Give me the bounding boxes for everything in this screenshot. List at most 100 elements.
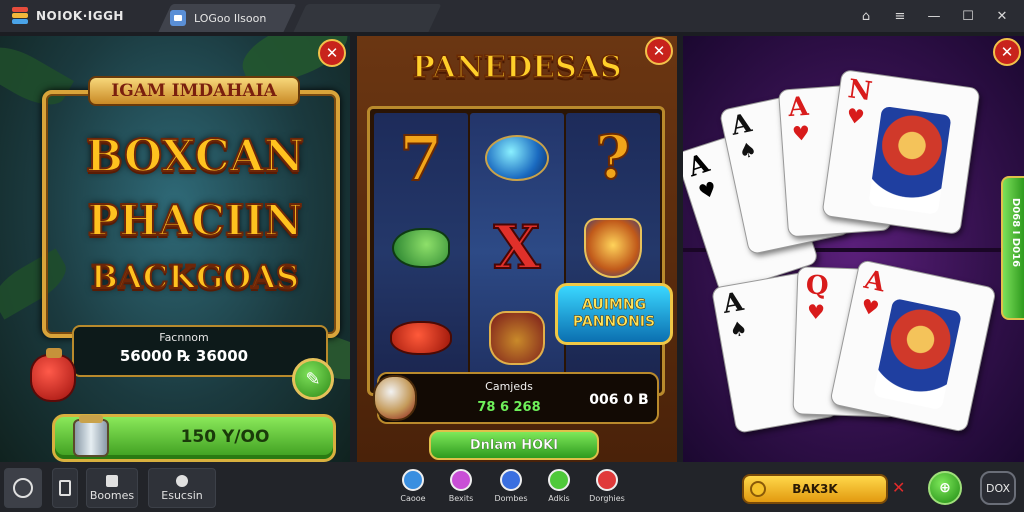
trophy-icon [596, 469, 618, 491]
quick-item-label: Caooe [400, 494, 426, 503]
card-suit: ♥ [791, 120, 811, 146]
edit-button[interactable]: ✎ [292, 358, 334, 400]
card-rank: N [846, 74, 874, 108]
games-label: Boomes [89, 488, 135, 502]
card-rank: A [787, 91, 810, 124]
face-card-art [872, 297, 963, 411]
side-drawer-label: D068 I D016 [1010, 198, 1021, 268]
close-panel-button[interactable]: ✕ [993, 38, 1021, 66]
cancel-icon[interactable]: ✕ [892, 478, 905, 497]
meat-symbol-icon [386, 303, 456, 373]
camera-icon [402, 469, 424, 491]
slot-reel: 7 [374, 113, 468, 391]
slot-info-green-value: 78 6 268 [477, 400, 541, 415]
minimize-icon[interactable]: — [926, 9, 942, 24]
slot-reels: 7 X ? [367, 106, 665, 396]
quick-item-label: Bexits [448, 494, 474, 503]
card-suit: ♥ [695, 176, 720, 205]
gift-icon [450, 469, 472, 491]
coin-can-icon [73, 415, 109, 457]
playing-card-jack[interactable]: A ♥ [829, 259, 997, 433]
game-panel-slots[interactable]: PANEDESAS 7 X ? AUIMNG PANNONIS Camjeds [357, 36, 677, 462]
close-panel-button[interactable]: ✕ [645, 37, 673, 65]
tab-title: LOGoo Ilsoon [194, 11, 267, 25]
quick-item-label: Dorghies [589, 494, 625, 503]
tab-empty[interactable] [293, 4, 442, 32]
plus-icon [548, 469, 570, 491]
home-button[interactable] [4, 468, 42, 508]
spin-button[interactable]: Dnlam HOKI [429, 430, 599, 460]
app-window-icon [170, 10, 186, 26]
close-panel-button[interactable]: ✕ [318, 39, 346, 67]
shield-icon [500, 469, 522, 491]
confirm-button[interactable]: ⊕ [928, 471, 962, 505]
window-controls: ⌂ ≡ — ☐ ✕ [858, 0, 1024, 32]
maximize-icon[interactable]: ☐ [960, 9, 976, 24]
quick-item[interactable]: Adkis [541, 469, 577, 503]
slot-reel: ? [566, 113, 660, 391]
bonus-badge-line-2: PANNONIS [572, 314, 656, 331]
tab-active-content: LOGoo Ilsoon [170, 5, 266, 31]
play-bar-button[interactable]: 150 Y/OO [52, 414, 336, 462]
app-brand-name: NOIOK·IGGH [36, 9, 124, 23]
slot-reel: X [470, 113, 564, 391]
bag-symbol-icon [482, 303, 552, 373]
face-card-art [868, 105, 952, 215]
close-window-icon[interactable]: ✕ [994, 9, 1010, 24]
shield-symbol-icon [578, 213, 648, 283]
slot-info-right-value: 006 0 B [589, 392, 649, 408]
quick-item[interactable]: Caooe [395, 469, 431, 503]
game-title-line-1: BOXCAN [85, 130, 305, 183]
stack-logo-icon [10, 7, 30, 25]
gold-balance-label: BAK3K [792, 482, 838, 496]
question-symbol-icon: ? [594, 122, 631, 194]
side-drawer-tab[interactable]: D068 I D016 [1001, 176, 1024, 320]
close-launcher-button[interactable]: DOX [980, 471, 1016, 505]
playing-card-jack[interactable]: N ♥ [821, 68, 981, 236]
score-value: 56000 ℞ 36000 [119, 347, 249, 365]
card-suit: ♥ [844, 103, 867, 130]
x-symbol-icon: X [493, 212, 542, 284]
bonus-badge-line-1: AUIMNG [581, 297, 647, 314]
menu-icon[interactable]: ≡ [892, 9, 908, 24]
gold-balance-button[interactable]: BAK3K [742, 474, 888, 504]
card-suit: ♠ [736, 136, 759, 164]
document-icon [59, 480, 71, 496]
gamepad-icon [106, 474, 118, 487]
slot-info-label: Camjeds [485, 380, 533, 393]
quick-item[interactable]: Dombes [493, 469, 529, 503]
fish-symbol-icon [386, 213, 456, 283]
games-button[interactable]: Boomes [86, 468, 138, 508]
coin-icon [750, 481, 766, 497]
home-circle-icon [13, 478, 33, 498]
score-label: Facnnom [159, 331, 209, 344]
bonus-badge[interactable]: AUIMNG PANNONIS [555, 283, 673, 345]
user-button[interactable]: Esucsin [148, 468, 216, 508]
game-title-line-3: BACKGOAS [90, 257, 300, 297]
game-panel-cards[interactable]: A ♥ A ♠ A ♥ N ♥ A ♠ Q ♥ A ♥ ✕ [683, 36, 1024, 462]
seven-symbol-icon: 7 [398, 121, 443, 196]
user-label: Esucsin [161, 488, 203, 502]
slots-title: PANEDESAS [412, 49, 623, 86]
card-suit: ♥ [806, 299, 826, 325]
card-rank: Q [805, 270, 830, 302]
game-title-line-2: PHACIIN [87, 195, 304, 246]
slot-info-box: Camjeds 78 6 268 006 0 B [377, 372, 659, 424]
card-rank: A [720, 287, 746, 321]
score-box: Facnnom 56000 ℞ 36000 [72, 325, 328, 377]
game-badge-title: IGAM IMDAHAIA [88, 76, 300, 106]
red-potion-icon [30, 348, 76, 402]
game-launcher-window: NOIOK·IGGH LOGoo Ilsoon ⌂ ≡ — ☐ ✕ IGAM I… [0, 0, 1024, 512]
home-icon[interactable]: ⌂ [858, 9, 874, 24]
quick-item[interactable]: Dorghies [589, 469, 625, 503]
game-panel-jungle[interactable]: IGAM IMDAHAIA BOXCAN PHACIIN BACKGOAS Fa… [0, 36, 350, 462]
quick-item-label: Dombes [494, 494, 528, 503]
quick-item-label: Adkis [548, 494, 570, 503]
potion-icon [373, 375, 417, 421]
quick-item[interactable]: Bexits [443, 469, 479, 503]
card-suit: ♠ [727, 315, 750, 343]
play-bar-label: 150 Y/OO [180, 427, 270, 447]
orb-symbol-icon [482, 123, 552, 193]
document-button[interactable] [52, 468, 78, 508]
app-logo[interactable]: NOIOK·IGGH [0, 0, 165, 32]
